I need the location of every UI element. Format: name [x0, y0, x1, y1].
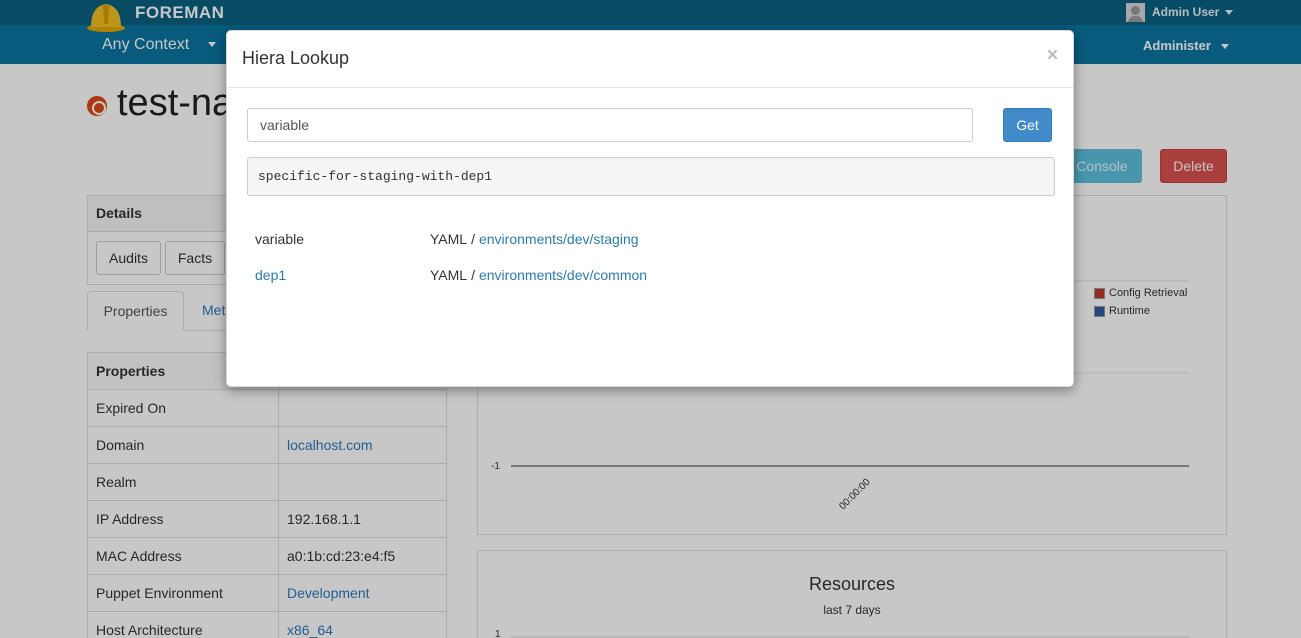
list-item: variable YAML / environments/dev/staging: [255, 229, 639, 249]
hiera-lookup-modal: Hiera Lookup × Get specific-for-staging-…: [226, 30, 1074, 387]
lookup-row-type: YAML: [430, 267, 468, 283]
lookup-row-separator: /: [471, 267, 475, 283]
modal-title: Hiera Lookup: [242, 48, 350, 68]
list-item: dep1 YAML / environments/dev/common: [255, 265, 647, 285]
get-button[interactable]: Get: [1003, 108, 1052, 142]
lookup-row-path-link[interactable]: environments/dev/staging: [479, 231, 639, 247]
lookup-row-path-link[interactable]: environments/dev/common: [479, 267, 647, 283]
lookup-row-name-link[interactable]: dep1: [255, 267, 430, 283]
lookup-key-input[interactable]: [247, 108, 973, 142]
modal-header: Hiera Lookup ×: [227, 31, 1073, 88]
lookup-row-name: variable: [255, 231, 305, 247]
close-icon[interactable]: ×: [1047, 46, 1058, 65]
lookup-row-separator: /: [471, 231, 475, 247]
lookup-row-type: YAML: [430, 231, 468, 247]
lookup-result: specific-for-staging-with-dep1: [247, 157, 1055, 196]
